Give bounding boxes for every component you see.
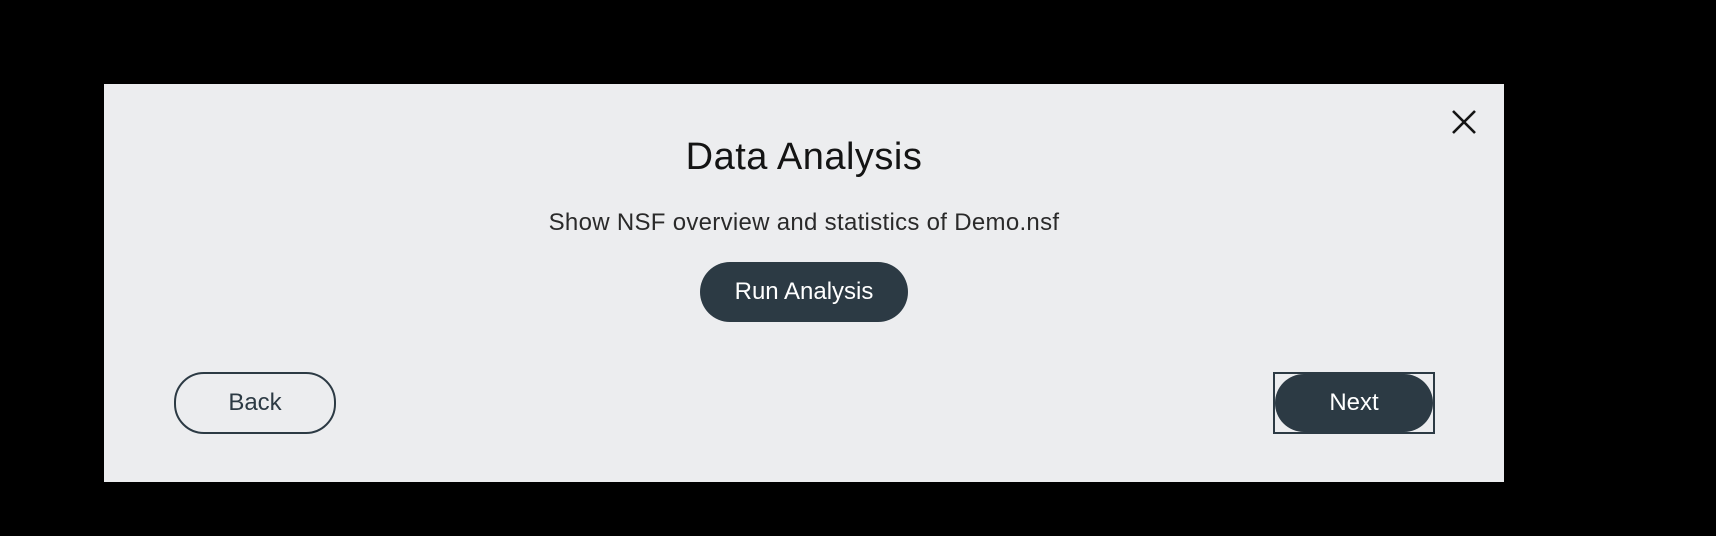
data-analysis-dialog: Data Analysis Show NSF overview and stat…: [104, 84, 1504, 482]
run-analysis-button[interactable]: Run Analysis: [700, 262, 908, 322]
back-button[interactable]: Back: [174, 372, 336, 434]
dialog-title: Data Analysis: [685, 136, 923, 178]
next-button-focus-ring: Next: [1273, 372, 1435, 434]
next-button[interactable]: Next: [1275, 374, 1433, 432]
dialog-subtitle: Show NSF overview and statistics of Demo…: [548, 209, 1060, 236]
close-icon: [1452, 110, 1476, 134]
